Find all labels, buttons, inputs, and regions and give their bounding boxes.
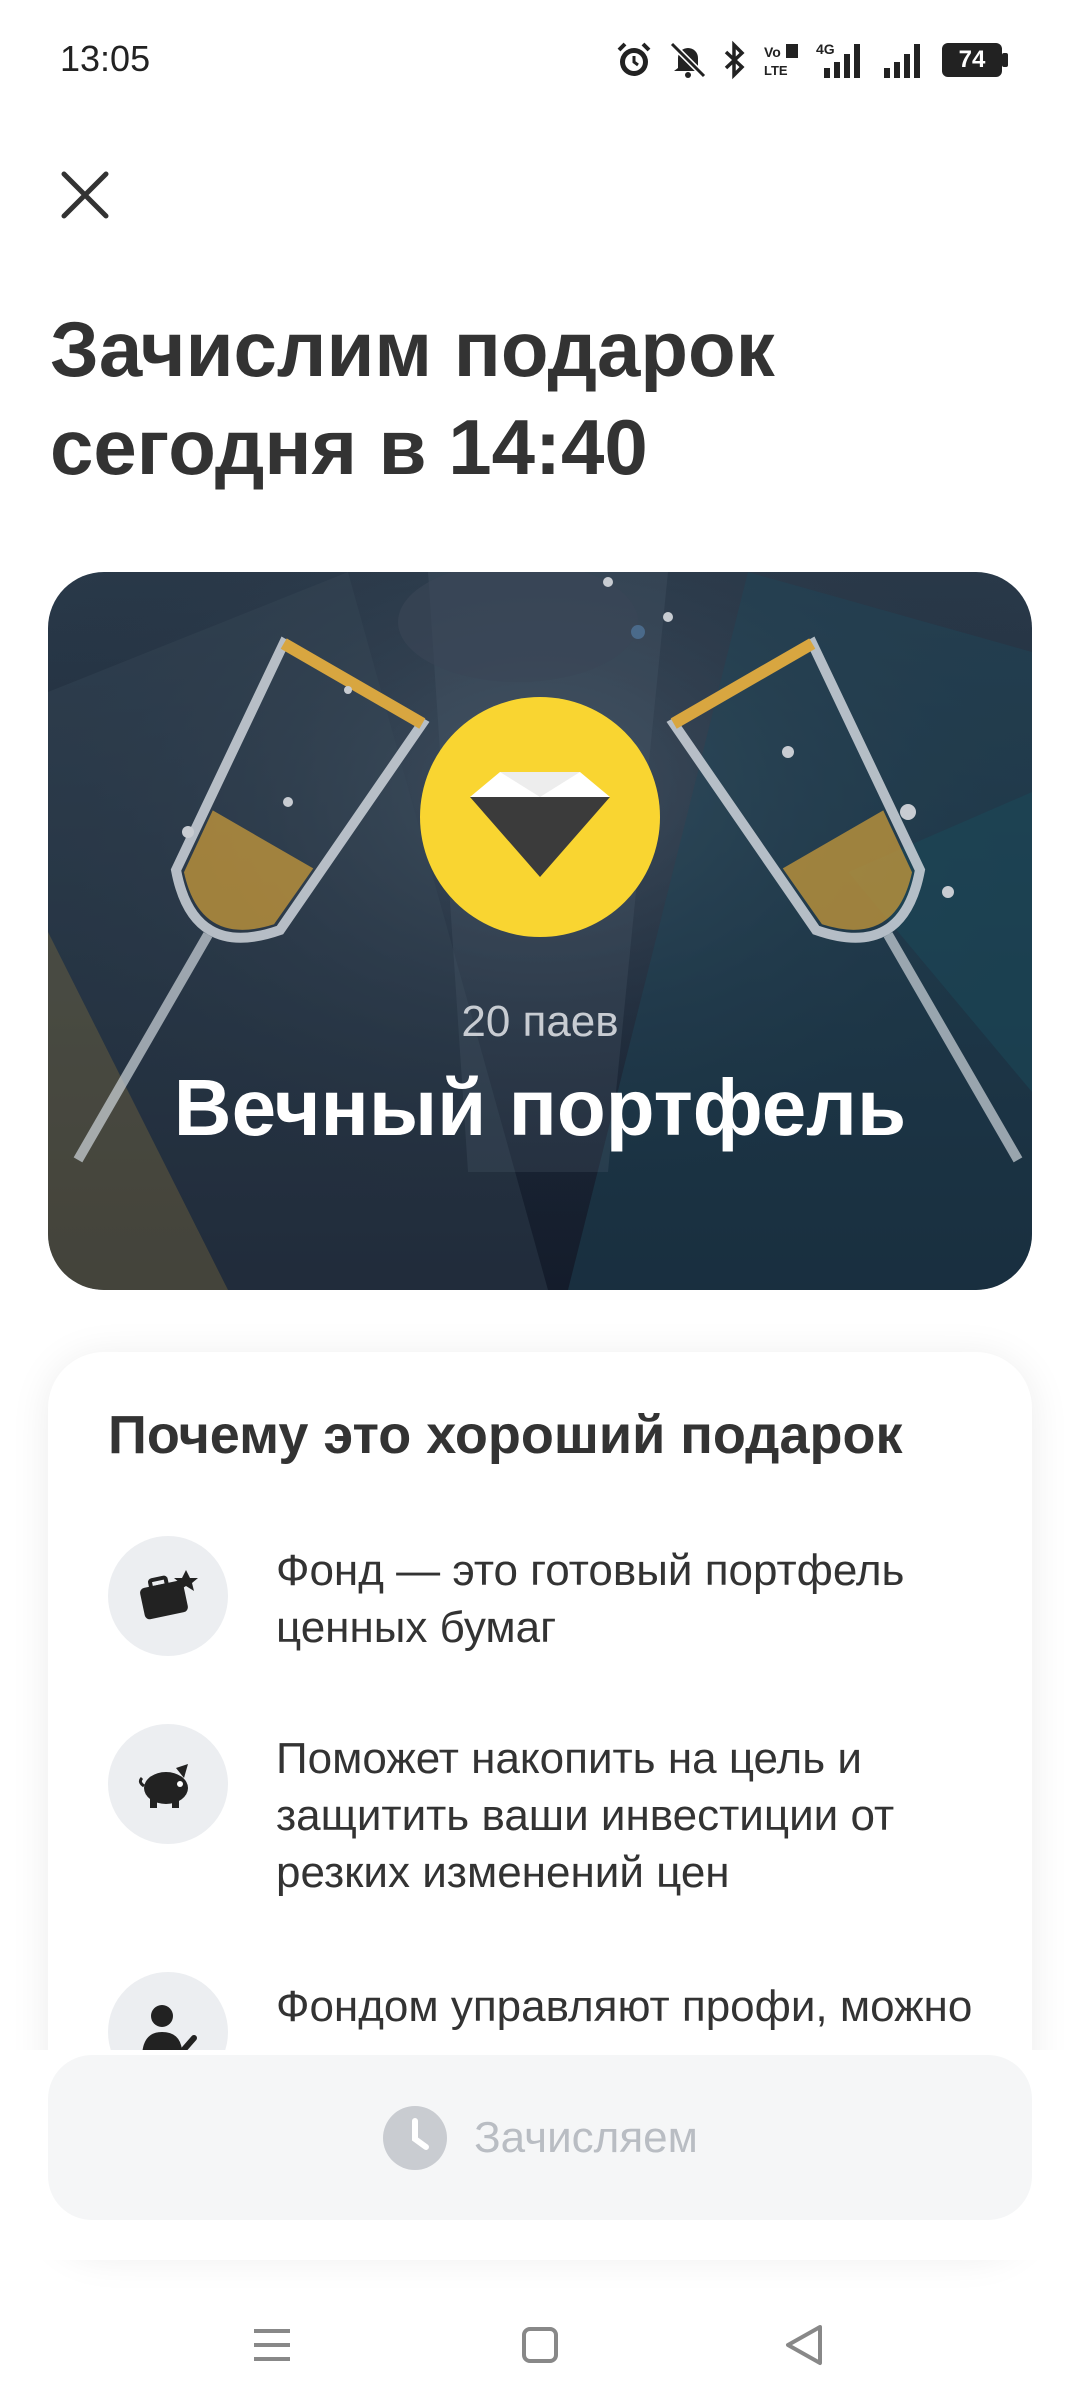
signal-icon	[884, 44, 920, 78]
back-button[interactable]	[764, 2310, 844, 2380]
crediting-button-label: Зачисляем	[474, 2112, 698, 2162]
svg-text:LTE: LTE	[764, 63, 788, 78]
gift-card: 20 паев Вечный портфель	[48, 572, 1032, 1290]
benefit-text: Фонд — это готовый портфель ценных бумаг	[276, 1546, 905, 1652]
gift-illustration	[48, 572, 1032, 1290]
piggy-bank-icon	[138, 1764, 188, 1808]
benefit-icon-wrap	[108, 1536, 228, 1656]
svg-text:4G: 4G	[816, 41, 835, 57]
svg-text:Vo: Vo	[764, 44, 781, 60]
status-time: 13:05	[60, 38, 151, 79]
signal-4g-icon: 4G	[816, 41, 860, 78]
clock-icon	[383, 2105, 448, 2170]
status-bar: 13:05 Vo LTE 4G 74	[0, 0, 1080, 130]
battery-icon: 74	[942, 43, 1008, 77]
home-icon	[522, 2327, 558, 2363]
crediting-button[interactable]: Зачисляем	[48, 2055, 1032, 2220]
benefit-icon-wrap	[108, 1724, 228, 1844]
status-icons: Vo LTE 4G 74	[614, 38, 1008, 82]
menu-icon	[254, 2329, 290, 2361]
menu-button[interactable]	[232, 2310, 312, 2380]
benefit-item: Фонд — это готовый портфель ценных бумаг	[108, 1536, 988, 1666]
gift-name: Вечный портфель	[173, 1063, 907, 1152]
benefits-title: Почему это хороший подарок	[108, 1405, 903, 1465]
close-icon	[61, 171, 109, 219]
close-button[interactable]	[50, 160, 120, 230]
briefcase-icon	[140, 1570, 198, 1620]
home-button[interactable]	[500, 2310, 580, 2380]
benefit-item: Поможет накопить на цель и защитить ваши…	[108, 1724, 988, 1904]
benefit-text: Поможет накопить на цель и защитить ваши…	[276, 1734, 895, 1897]
alarm-icon	[617, 42, 651, 76]
volte-icon: Vo LTE	[764, 44, 798, 78]
system-nav-bar	[0, 2290, 1080, 2400]
mute-icon	[669, 41, 707, 79]
gift-units: 20 паев	[461, 997, 619, 1046]
back-icon	[786, 2325, 822, 2365]
bluetooth-icon	[724, 40, 745, 80]
page-title: Зачислим подарок сегодня в 14:40	[50, 305, 775, 491]
battery-level: 74	[958, 46, 986, 73]
